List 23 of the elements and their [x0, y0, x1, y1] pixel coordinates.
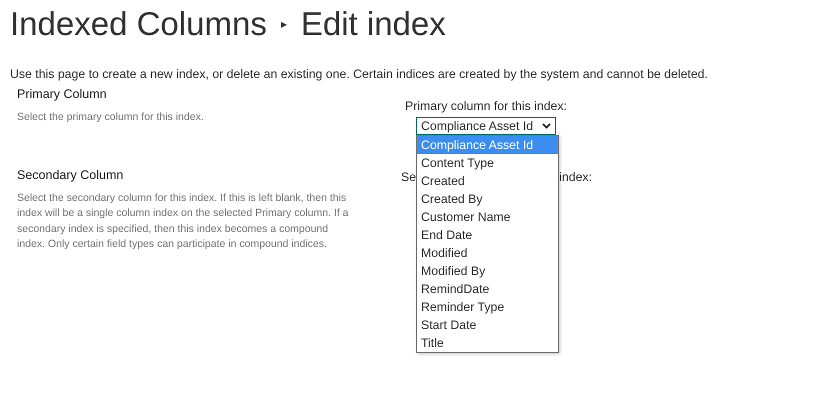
dropdown-option[interactable]: Title — [417, 334, 558, 352]
dropdown-option[interactable]: Modified — [417, 244, 558, 262]
dropdown-option[interactable]: Reminder Type — [417, 298, 558, 316]
field-label: Se — [401, 170, 416, 184]
dropdown-option[interactable]: Created By — [417, 190, 558, 208]
breadcrumb-separator: ▸ — [280, 17, 287, 31]
section-description: Select the primary column for this index. — [17, 110, 205, 125]
breadcrumb-link[interactable]: Indexed Columns — [10, 5, 267, 43]
field-label: Primary column for this index: — [405, 99, 568, 113]
dropdown-option[interactable]: Created — [417, 172, 558, 190]
chevron-down-icon — [542, 123, 551, 129]
dropdown-option[interactable]: Start Date — [417, 316, 558, 334]
field-label: index: — [559, 170, 592, 184]
intro-text: Use this page to create a new index, or delete an existing one. Certain indices are created by the system and cannot be deleted. — [10, 67, 709, 81]
section-heading: Primary Column — [17, 87, 108, 101]
dropdown-option[interactable]: End Date — [417, 226, 558, 244]
dropdown-option[interactable]: Customer Name — [417, 208, 558, 226]
dropdown-option[interactable]: RemindDate — [417, 280, 558, 298]
dropdown-option[interactable]: Modified By — [417, 262, 558, 280]
section-description: Select the secondary column for this index. If this is left blank, then this index will be a single column index on the selected Primary column. If a secondary index is specified, then this index becomes a compound index. Only certain field types can participate in compound indices. — [17, 190, 350, 252]
column-select[interactable]: Compliance Asset Id — [416, 117, 556, 135]
page-title: Edit index — [300, 5, 446, 43]
dropdown-option[interactable]: Content Type — [417, 154, 558, 172]
